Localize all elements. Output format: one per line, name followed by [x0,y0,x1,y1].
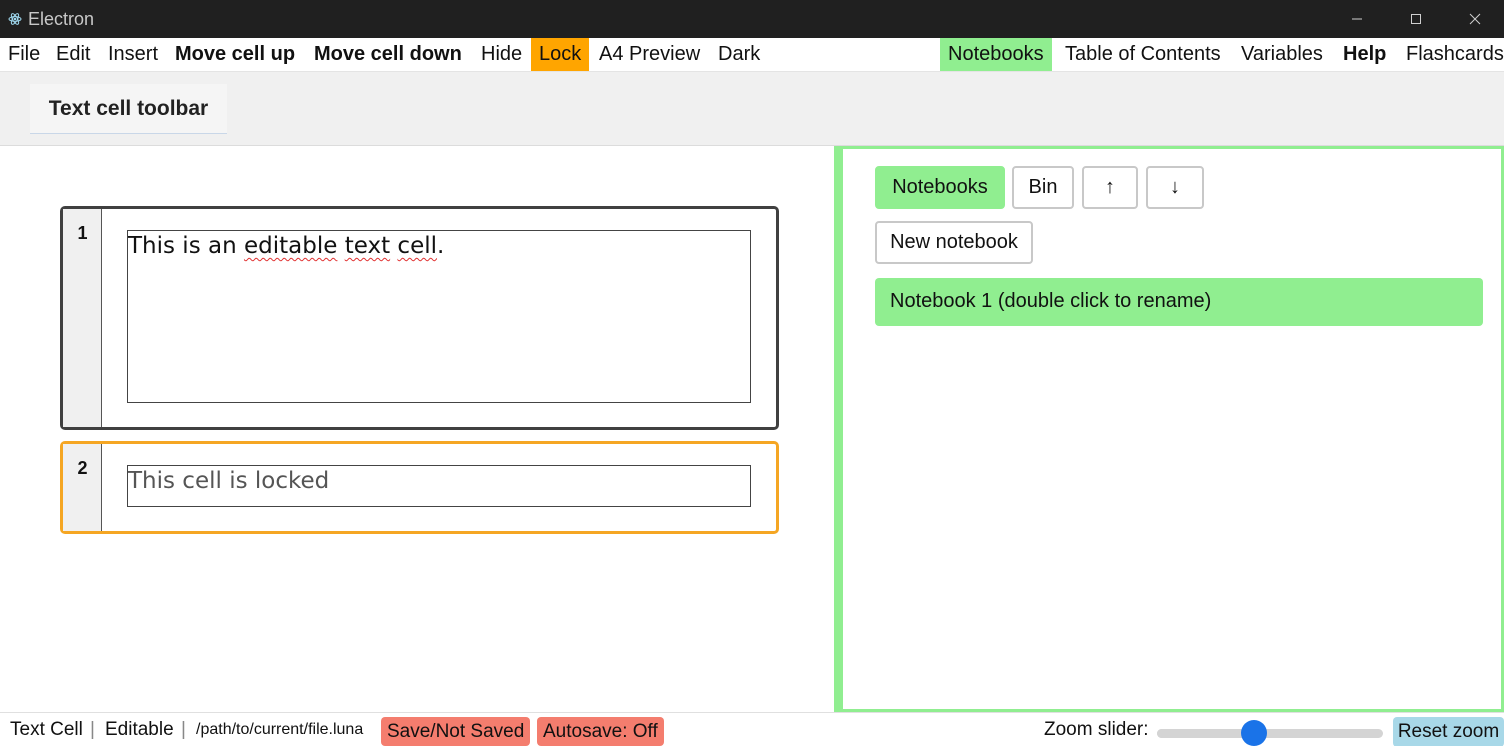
menu-file[interactable]: File [0,38,48,71]
cell-gutter: 1 [63,209,102,427]
menu-help[interactable]: Help [1335,38,1394,71]
menu-edit[interactable]: Edit [48,38,98,71]
close-icon [1469,13,1481,25]
menu-a4-preview[interactable]: A4 Preview [591,38,708,71]
menu-hide[interactable]: Hide [473,38,530,71]
minimize-icon [1352,18,1362,20]
status-separator: | [181,719,186,740]
text-cell-2-locked[interactable]: 2 This cell is locked [60,441,779,534]
notebooks-button[interactable]: Notebooks [875,166,1005,209]
autosave-toggle[interactable]: Autosave: Off [537,717,664,746]
status-bar: Text Cell | Editable | /path/to/current/… [0,712,1504,746]
menu-bar: File Edit Insert Move cell up Move cell … [0,38,1504,72]
cell-number: 2 [77,458,88,478]
move-down-button[interactable]: ↓ [1146,166,1204,209]
editor-area: 1 This is an editable text cell. 2 This … [0,146,834,712]
panel-resize-handle[interactable] [834,146,843,712]
menu-table-of-contents[interactable]: Table of Contents [1057,38,1229,71]
close-button[interactable] [1452,0,1498,38]
misspelled-word: text [344,233,391,259]
menu-move-cell-up[interactable]: Move cell up [167,38,303,71]
zoom-slider-label: Zoom slider: [1044,719,1149,740]
minimize-button[interactable] [1334,0,1380,38]
menu-dark[interactable]: Dark [710,38,768,71]
menu-flashcards[interactable]: Flashcards [1398,38,1504,71]
bin-button[interactable]: Bin [1012,166,1074,209]
notebook-list-item[interactable]: Notebook 1 (double click to rename) [875,278,1483,326]
new-notebook-button[interactable]: New notebook [875,221,1033,264]
menu-notebooks[interactable]: Notebooks [940,38,1052,71]
window-title: Electron [28,9,95,29]
window-titlebar: Electron [0,0,1504,38]
menu-variables[interactable]: Variables [1233,38,1331,71]
cell-gutter: 2 [63,444,102,531]
cell-number: 1 [77,223,88,243]
electron-app-icon [8,13,22,25]
menu-insert[interactable]: Insert [100,38,166,71]
status-separator: | [90,719,95,740]
zoom-slider-thumb[interactable] [1241,720,1268,746]
notebooks-panel: Notebooks Bin ↑ ↓ New notebook Notebook … [843,146,1504,712]
locked-text-area: This cell is locked [127,465,751,507]
text-segment [337,233,344,259]
text-cell-1[interactable]: 1 This is an editable text cell. [60,206,779,430]
maximize-button[interactable] [1393,0,1439,38]
text-segment: This is an [128,233,244,259]
menu-lock[interactable]: Lock [531,38,590,71]
reset-zoom-button[interactable]: Reset zoom [1393,717,1504,746]
save-status-badge[interactable]: Save/Not Saved [381,717,531,746]
text-cell-toolbar-tab[interactable]: Text cell toolbar [30,84,227,134]
status-cell-type: Text Cell [10,719,83,740]
status-mode: Editable [105,719,174,740]
zoom-slider[interactable] [1157,720,1383,746]
maximize-icon [1411,14,1421,24]
toolbar-area: Text cell toolbar [0,72,1504,146]
misspelled-word: editable [243,233,338,259]
move-up-button[interactable]: ↑ [1082,166,1138,209]
menu-move-cell-down[interactable]: Move cell down [306,38,470,71]
text-segment: . [437,233,445,259]
misspelled-word: cell [397,233,437,259]
status-file-path: /path/to/current/file.luna [196,721,364,738]
zoom-slider-fill [1157,729,1255,738]
editable-text-area[interactable]: This is an editable text cell. [127,230,751,403]
